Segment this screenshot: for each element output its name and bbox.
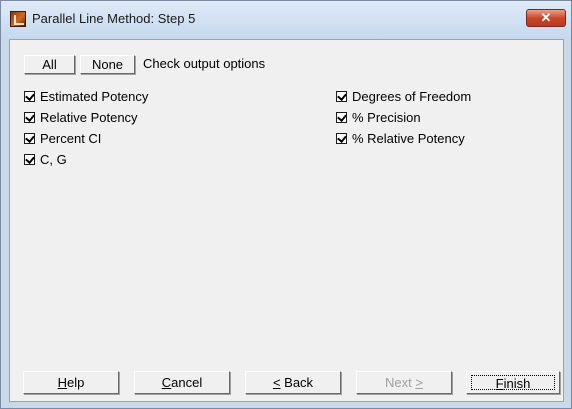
checkbox-label: Degrees of Freedom — [352, 88, 472, 104]
mnemonic-letter: > — [415, 375, 423, 390]
dialog-client-area: All None Check output options Estimated … — [9, 39, 564, 402]
button-label: Back — [280, 375, 314, 390]
checkbox-degrees-of-freedom[interactable]: Degrees of Freedom — [336, 88, 472, 104]
button-label: ancel — [171, 375, 203, 390]
app-icon — [10, 11, 26, 27]
output-options-caption: Check output options — [143, 56, 266, 71]
button-label: inish — [503, 376, 531, 391]
select-none-button[interactable]: None — [80, 55, 135, 74]
mnemonic-letter: C — [161, 375, 172, 390]
checkbox-label: % Relative Potency — [352, 130, 465, 146]
mnemonic-letter: F — [495, 376, 504, 391]
checkbox-estimated-potency[interactable]: Estimated Potency — [24, 88, 149, 104]
checkbox-checked-icon[interactable] — [24, 153, 35, 165]
checkbox-checked-icon[interactable] — [24, 111, 35, 123]
close-button[interactable]: ✕ — [526, 9, 566, 27]
checkbox-label: % Precision — [352, 109, 421, 125]
checkbox-c-g[interactable]: C, G — [24, 151, 67, 167]
title-bar[interactable]: Parallel Line Method: Step 5 ✕ — [1, 1, 571, 39]
button-label: elp — [67, 375, 85, 390]
help-button[interactable]: Help — [23, 371, 119, 394]
dialog-window: Parallel Line Method: Step 5 ✕ All None … — [0, 0, 572, 409]
window-title: Parallel Line Method: Step 5 — [32, 11, 196, 26]
checkbox-percent-ci[interactable]: Percent CI — [24, 130, 102, 146]
mnemonic-letter: < — [272, 375, 281, 390]
checkbox-label: C, G — [40, 151, 67, 167]
checkbox-checked-icon[interactable] — [336, 90, 347, 102]
checkbox-percent-relative-potency[interactable]: % Relative Potency — [336, 130, 465, 146]
back-button[interactable]: < Back — [245, 371, 341, 394]
cancel-button[interactable]: Cancel — [134, 371, 230, 394]
checkbox-label: Percent CI — [40, 130, 102, 146]
button-label: Next — [385, 375, 416, 390]
next-button-disabled[interactable]: Next > — [356, 371, 452, 394]
mnemonic-letter: H — [57, 375, 68, 390]
checkbox-percent-precision[interactable]: % Precision — [336, 109, 421, 125]
select-all-button[interactable]: All — [24, 55, 75, 74]
checkbox-checked-icon[interactable] — [24, 90, 35, 102]
checkbox-checked-icon[interactable] — [336, 132, 347, 144]
checkbox-checked-icon[interactable] — [24, 132, 35, 144]
checkbox-relative-potency[interactable]: Relative Potency — [24, 109, 138, 125]
checkbox-checked-icon[interactable] — [336, 111, 347, 123]
checkbox-label: Estimated Potency — [40, 88, 149, 104]
focus-rectangle: Finish — [471, 375, 555, 391]
finish-button[interactable]: Finish — [466, 371, 560, 394]
checkbox-label: Relative Potency — [40, 109, 138, 125]
